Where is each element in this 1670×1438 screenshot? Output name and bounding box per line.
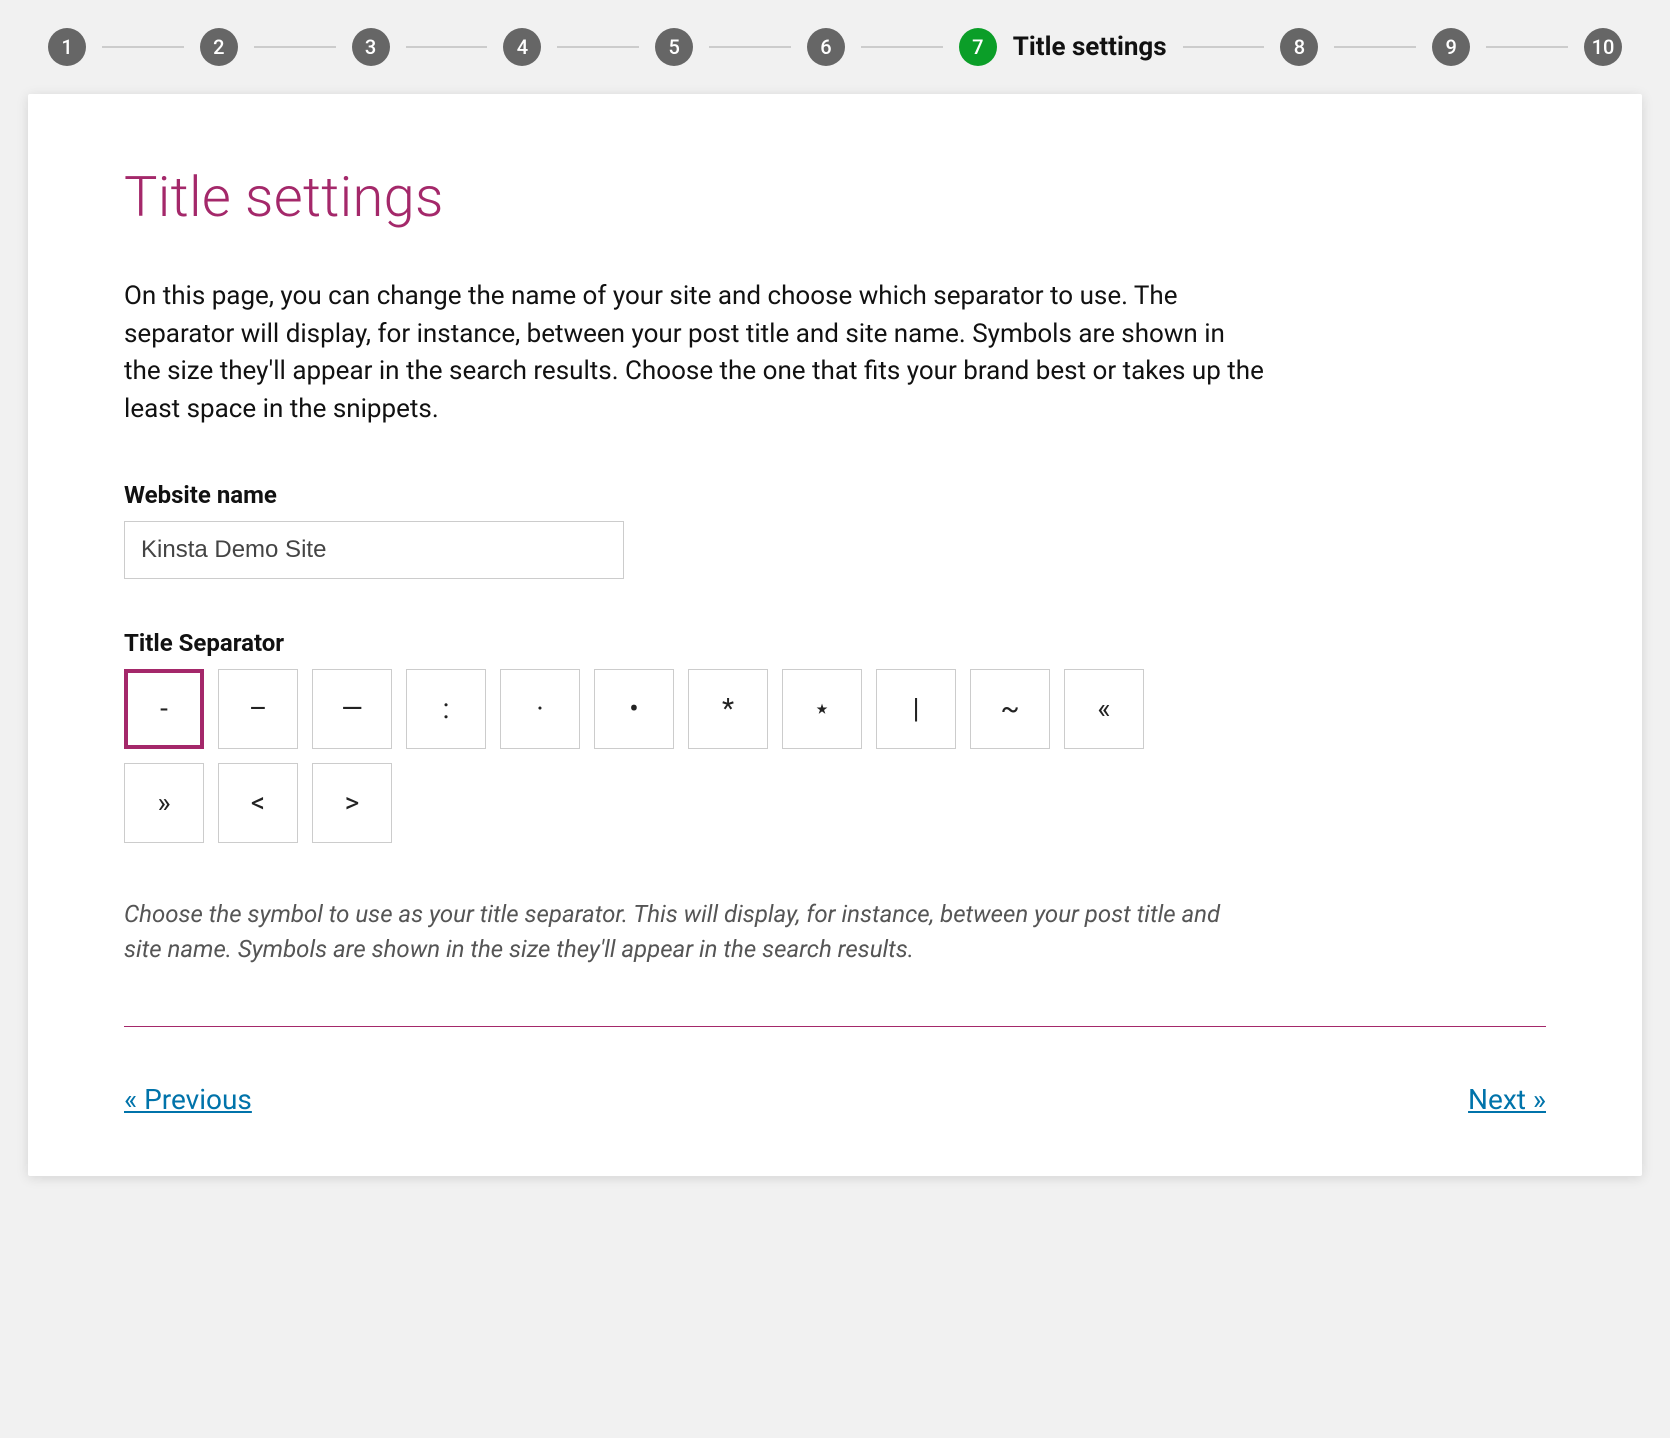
step-circle: 9	[1432, 28, 1470, 66]
step-circle: 5	[655, 28, 693, 66]
step-connector	[1486, 46, 1568, 48]
separator-option-middot[interactable]: ·	[500, 669, 580, 749]
wizard-card: Title settings On this page, you can cha…	[28, 94, 1642, 1176]
step-9[interactable]: 9	[1432, 28, 1470, 66]
title-separator-label: Title Separator	[124, 629, 1546, 657]
separator-option-bullet[interactable]: •	[594, 669, 674, 749]
step-circle: 4	[503, 28, 541, 66]
step-1[interactable]: 1	[48, 28, 86, 66]
separator-option-laquo[interactable]: «	[1064, 669, 1144, 749]
separator-option-emdash[interactable]: —	[312, 669, 392, 749]
step-2[interactable]: 2	[200, 28, 238, 66]
website-name-label: Website name	[124, 481, 1546, 509]
step-connector	[861, 46, 943, 48]
step-connector	[557, 46, 639, 48]
separator-option-endash[interactable]: –	[218, 669, 298, 749]
separator-option-colon[interactable]: :	[406, 669, 486, 749]
wizard-stepper: 1 2 3 4 5 6 7 Title settings 8 9 10	[0, 0, 1670, 94]
separator-option-dash[interactable]: -	[124, 669, 204, 749]
step-connector	[709, 46, 791, 48]
wizard-nav: « Previous Next »	[124, 1083, 1546, 1116]
separator-grid: - – — : · • * ⋆ | ~ « » < >	[124, 669, 1184, 843]
step-circle: 2	[200, 28, 238, 66]
step-5[interactable]: 5	[655, 28, 693, 66]
page-title: Title settings	[124, 164, 1546, 230]
separator-option-star[interactable]: ⋆	[782, 669, 862, 749]
step-circle: 6	[807, 28, 845, 66]
separator-option-lt[interactable]: <	[218, 763, 298, 843]
step-4[interactable]: 4	[503, 28, 541, 66]
intro-text: On this page, you can change the name of…	[124, 278, 1264, 429]
step-8[interactable]: 8	[1280, 28, 1318, 66]
step-circle: 8	[1280, 28, 1318, 66]
step-connector	[406, 46, 488, 48]
separator-option-raquo[interactable]: »	[124, 763, 204, 843]
step-10[interactable]: 10	[1584, 28, 1622, 66]
step-circle: 10	[1584, 28, 1622, 66]
divider	[124, 1026, 1546, 1027]
separator-option-pipe[interactable]: |	[876, 669, 956, 749]
step-circle: 3	[352, 28, 390, 66]
step-connector	[1183, 46, 1265, 48]
step-circle-active: 7	[959, 28, 997, 66]
step-circle: 1	[48, 28, 86, 66]
step-7[interactable]: 7 Title settings	[959, 28, 1167, 66]
separator-option-asterisk[interactable]: *	[688, 669, 768, 749]
previous-link[interactable]: « Previous	[124, 1083, 252, 1116]
step-connector	[102, 46, 184, 48]
step-connector	[1334, 46, 1416, 48]
separator-helper-text: Choose the symbol to use as your title s…	[124, 897, 1244, 967]
next-link[interactable]: Next »	[1468, 1083, 1546, 1116]
step-connector	[254, 46, 336, 48]
separator-option-gt[interactable]: >	[312, 763, 392, 843]
step-label: Title settings	[1013, 32, 1167, 62]
website-name-input[interactable]	[124, 521, 624, 579]
separator-option-tilde[interactable]: ~	[970, 669, 1050, 749]
step-3[interactable]: 3	[352, 28, 390, 66]
step-6[interactable]: 6	[807, 28, 845, 66]
